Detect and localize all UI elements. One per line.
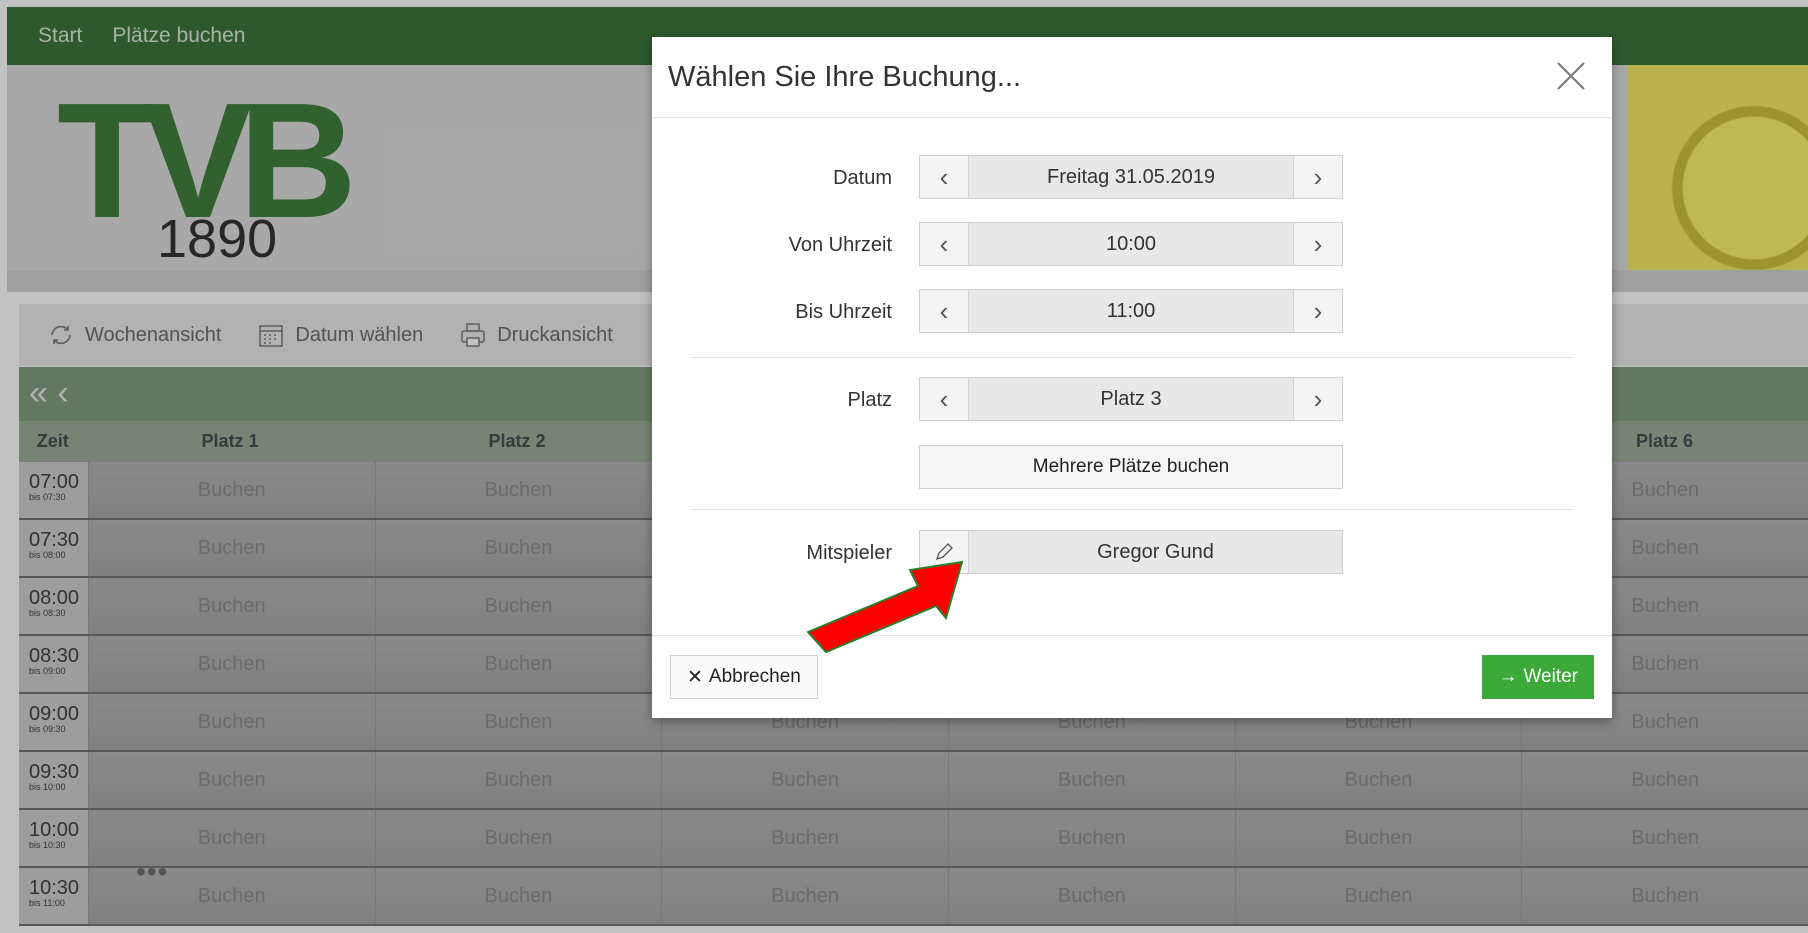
dialog-header: Wählen Sie Ihre Buchung... bbox=[652, 37, 1612, 118]
date-prev-button[interactable]: ‹ bbox=[920, 156, 969, 198]
form-divider bbox=[690, 357, 1574, 358]
edit-partner-button[interactable] bbox=[920, 531, 969, 573]
from-time-label: Von Uhrzeit bbox=[788, 234, 892, 256]
from-time-value[interactable]: 10:00 bbox=[969, 223, 1293, 265]
form-divider bbox=[690, 509, 1574, 510]
to-time-label: Bis Uhrzeit bbox=[795, 301, 892, 323]
cancel-label: Abbrechen bbox=[708, 666, 801, 687]
dialog-title: Wählen Sie Ihre Buchung... bbox=[668, 61, 1022, 93]
cancel-button[interactable]: ✕ Abbrechen bbox=[670, 655, 818, 699]
partner-row: Mitspieler Gregor Gund bbox=[652, 530, 1612, 576]
from-time-next-button[interactable]: › bbox=[1293, 223, 1342, 265]
court-value[interactable]: Platz 3 bbox=[969, 378, 1293, 420]
court-label: Platz bbox=[847, 389, 892, 411]
to-time-next-button[interactable]: › bbox=[1293, 290, 1342, 332]
book-multiple-courts-button[interactable]: Mehrere Plätze buchen bbox=[919, 445, 1343, 489]
booking-dialog: Wählen Sie Ihre Buchung... Datum ‹ Freit… bbox=[652, 37, 1612, 718]
close-icon: ✕ bbox=[687, 666, 703, 688]
partner-value[interactable]: Gregor Gund bbox=[969, 531, 1342, 573]
court-prev-button[interactable]: ‹ bbox=[920, 378, 969, 420]
court-spinner: ‹ Platz 3 › bbox=[919, 377, 1343, 421]
court-row: Platz ‹ Platz 3 › bbox=[652, 377, 1612, 423]
date-row: Datum ‹ Freitag 31.05.2019 › bbox=[652, 155, 1612, 201]
from-time-spinner: ‹ 10:00 › bbox=[919, 222, 1343, 266]
to-time-spinner: ‹ 11:00 › bbox=[919, 289, 1343, 333]
arrow-right-icon: → bbox=[1498, 666, 1518, 687]
to-time-prev-button[interactable]: ‹ bbox=[920, 290, 969, 332]
next-label: Weiter bbox=[1523, 666, 1578, 687]
date-next-button[interactable]: › bbox=[1293, 156, 1342, 198]
to-time-row: Bis Uhrzeit ‹ 11:00 › bbox=[652, 289, 1612, 335]
court-next-button[interactable]: › bbox=[1293, 378, 1342, 420]
partner-field: Gregor Gund bbox=[919, 530, 1343, 574]
dialog-footer: ✕ Abbrechen → Weiter bbox=[652, 635, 1612, 718]
pencil-icon bbox=[935, 543, 953, 561]
date-value[interactable]: Freitag 31.05.2019 bbox=[969, 156, 1293, 198]
from-time-row: Von Uhrzeit ‹ 10:00 › bbox=[652, 222, 1612, 268]
date-spinner: ‹ Freitag 31.05.2019 › bbox=[919, 155, 1343, 199]
next-button[interactable]: → Weiter bbox=[1482, 655, 1594, 699]
date-label: Datum bbox=[833, 167, 892, 189]
from-time-prev-button[interactable]: ‹ bbox=[920, 223, 969, 265]
close-icon[interactable] bbox=[1552, 57, 1590, 95]
to-time-value[interactable]: 11:00 bbox=[969, 290, 1293, 332]
partner-label: Mitspieler bbox=[806, 542, 892, 564]
